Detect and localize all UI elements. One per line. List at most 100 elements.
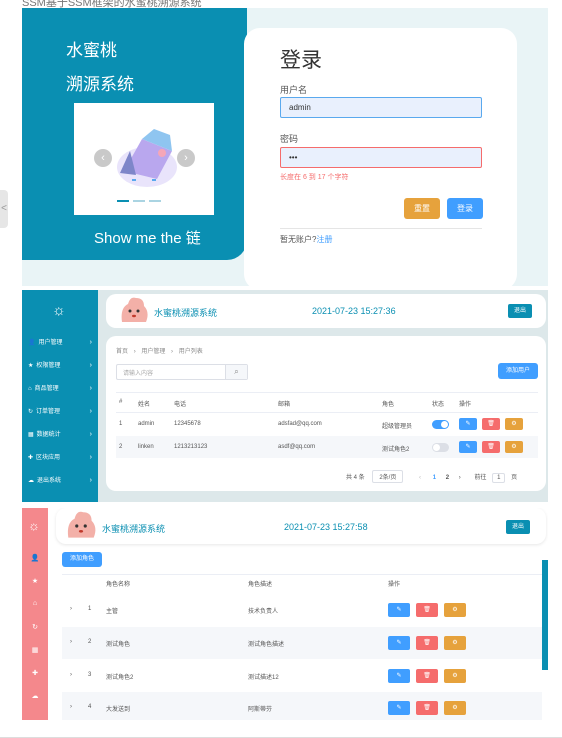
status-toggle-on[interactable] xyxy=(432,420,449,429)
column-header-role: 角色 xyxy=(382,402,395,408)
row-role-name: 测试角色2 xyxy=(106,675,134,681)
page-unit-label: 页 xyxy=(511,475,518,481)
register-link[interactable]: 注册 xyxy=(316,235,332,244)
edit-icon[interactable]: ✎ xyxy=(388,669,410,683)
chevron-right-icon: › xyxy=(89,362,92,369)
column-header-name: 姓名 xyxy=(138,402,151,408)
carousel-prev-button[interactable]: ‹ xyxy=(94,149,112,167)
cloud-icon[interactable]: ☁ xyxy=(22,692,48,700)
expand-row-icon[interactable]: › xyxy=(70,639,72,645)
scrollbar[interactable] xyxy=(542,560,548,670)
edit-icon[interactable]: ✎ xyxy=(388,636,410,650)
sidebar-item[interactable]: ☁ 退出系统 › xyxy=(22,470,98,492)
table-row: 1 admin 12345678 adsfad@qq.com 超级管理员 ✎ 🗑… xyxy=(116,413,538,435)
collapse-side-tab[interactable]: < xyxy=(0,190,8,228)
goto-page-input[interactable]: 1 xyxy=(492,473,506,483)
delete-icon[interactable]: 🗑 xyxy=(416,636,438,650)
order-icon: ↻ xyxy=(28,409,34,415)
username-input[interactable]: admin xyxy=(280,97,482,118)
sun-icon: ☼ xyxy=(52,302,66,319)
add-user-button[interactable]: 添加用户 xyxy=(498,363,538,379)
column-header-actions: 操作 xyxy=(459,402,472,408)
order-icon[interactable]: ↻ xyxy=(22,623,48,631)
page-size-select[interactable]: 2条/页 xyxy=(372,470,404,483)
login-brand-panel: 水蜜桃 溯源系统 ‹ › Show me the 链 xyxy=(22,8,247,260)
column-header-actions: 操作 xyxy=(388,582,401,588)
setting-icon[interactable]: ⚙ xyxy=(444,701,466,715)
row-role-desc: 测试角色描述 xyxy=(248,642,285,648)
table-row: 2 linken 1213213123 asdf@qq.com 测试角色2 ✎ … xyxy=(116,436,538,458)
delete-icon[interactable]: 🗑 xyxy=(482,418,500,430)
plus-icon[interactable]: ✚ xyxy=(22,669,48,677)
page-number-2[interactable]: 2 xyxy=(446,475,449,481)
expand-row-icon[interactable]: › xyxy=(70,672,72,678)
carousel-indicator-2[interactable] xyxy=(133,200,145,202)
breadcrumb-home[interactable]: 首页 xyxy=(116,349,128,355)
breadcrumb: 首页 › 用户管理 › 用户列表 xyxy=(116,346,203,355)
chart-icon[interactable]: ▦ xyxy=(22,646,48,654)
shop-icon[interactable]: ⌂ xyxy=(22,600,48,607)
delete-icon[interactable]: 🗑 xyxy=(416,603,438,617)
edit-icon[interactable]: ✎ xyxy=(388,701,410,715)
brand-title-line2: 溯源系统 xyxy=(66,75,134,94)
table-row: › 2 测试角色 测试角色描述 ✎ 🗑 ⚙ xyxy=(62,627,542,659)
expand-row-icon[interactable]: › xyxy=(70,704,72,710)
register-prompt: 暂无账户? xyxy=(280,235,317,244)
row-role-name: 大发送到 xyxy=(106,707,131,713)
delete-icon[interactable]: 🗑 xyxy=(416,669,438,683)
sidebar-item[interactable]: ▦ 数据统计 › xyxy=(22,424,98,446)
chevron-right-icon: › xyxy=(89,454,92,461)
sidebar-item-label: 数据统计 xyxy=(36,432,61,438)
slogan-text: Show me the 链 xyxy=(94,230,201,247)
breadcrumb-user-list: 用户列表 xyxy=(178,349,203,355)
delete-icon[interactable]: 🗑 xyxy=(416,701,438,715)
row-name: linken xyxy=(138,444,154,450)
sidebar-item[interactable]: ✚ 区块应用 › xyxy=(22,447,98,469)
logout-button[interactable]: 退出 xyxy=(508,304,532,318)
sidebar-item[interactable]: ★ 权限管理 › xyxy=(22,355,98,377)
reset-button[interactable]: 重置 xyxy=(404,198,440,219)
next-page-button[interactable]: › xyxy=(459,475,461,481)
row-role-name: 主管 xyxy=(106,609,119,615)
prev-page-button[interactable]: ‹ xyxy=(419,475,421,481)
edit-icon[interactable]: ✎ xyxy=(459,441,477,453)
carousel-next-button[interactable]: › xyxy=(177,149,195,167)
add-role-button[interactable]: 添加角色 xyxy=(62,552,102,567)
column-header-email: 邮箱 xyxy=(278,402,291,408)
setting-icon[interactable]: ⚙ xyxy=(444,669,466,683)
person-icon[interactable]: 👤 xyxy=(22,554,48,562)
edit-icon[interactable]: ✎ xyxy=(459,418,477,430)
logout-button[interactable]: 退出 xyxy=(506,520,530,534)
peach-mascot-icon xyxy=(67,511,96,538)
setting-icon[interactable]: ⚙ xyxy=(444,603,466,617)
expand-row-icon[interactable]: › xyxy=(70,606,72,612)
login-button[interactable]: 登录 xyxy=(447,198,483,219)
sidebar-item[interactable]: ⌂ 商品管理 › xyxy=(22,378,98,400)
row-role-desc: 测试描述12 xyxy=(248,675,279,681)
sidebar-item[interactable]: 👤 用户管理 › xyxy=(22,332,98,354)
password-input[interactable]: ••• xyxy=(280,147,482,168)
star-icon[interactable]: ★ xyxy=(22,577,48,585)
search-input[interactable]: 请输入内容 xyxy=(123,368,153,377)
setting-icon[interactable]: ⚙ xyxy=(505,418,523,430)
search-icon[interactable]: ⌕ xyxy=(225,365,247,379)
carousel-indicator-1[interactable] xyxy=(117,200,129,202)
setting-icon[interactable]: ⚙ xyxy=(505,441,523,453)
sidebar-item[interactable]: ↻ 订单管理 › xyxy=(22,401,98,423)
page-number-1[interactable]: 1 xyxy=(433,475,436,481)
breadcrumb-user-management: 用户管理 xyxy=(141,349,166,355)
column-header-status: 状态 xyxy=(432,402,445,408)
site-title: 水蜜桃溯源系统 xyxy=(154,308,218,318)
status-toggle-off[interactable] xyxy=(432,443,449,452)
chevron-right-icon: › xyxy=(89,385,92,392)
row-index: 3 xyxy=(88,672,92,678)
setting-icon[interactable]: ⚙ xyxy=(444,636,466,650)
delete-icon[interactable]: 🗑 xyxy=(482,441,500,453)
datetime-display: 2021-07-23 15:27:36 xyxy=(312,306,396,316)
column-header-phone: 电话 xyxy=(174,402,187,408)
user-list-card: 首页 › 用户管理 › 用户列表 请输入内容 ⌕ 添加用户 # 姓名 电话 邮箱… xyxy=(106,336,546,491)
carousel-indicator-3[interactable] xyxy=(149,200,161,202)
edit-icon[interactable]: ✎ xyxy=(388,603,410,617)
shop-icon: ⌂ xyxy=(28,386,32,392)
login-screenshot: 水蜜桃 溯源系统 ‹ › Show me the 链 登录 用户名 admin … xyxy=(22,8,548,286)
